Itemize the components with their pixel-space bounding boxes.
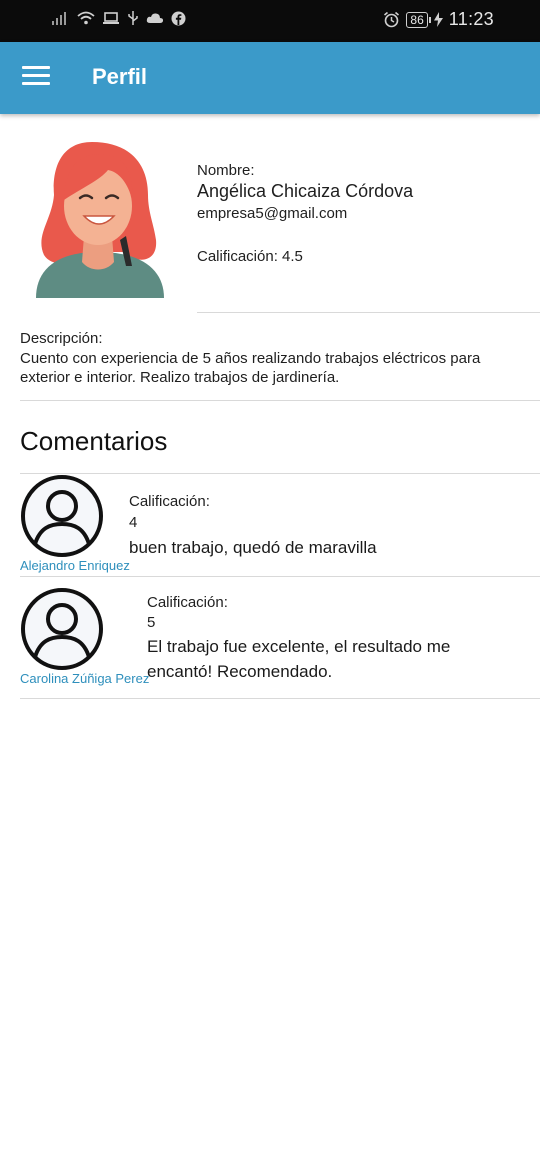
status-time: 11:23	[448, 9, 494, 29]
comment-text: El trabajo fue excelente, el resultado m…	[147, 637, 451, 681]
laptop-icon	[103, 12, 119, 24]
page-title: Perfil	[92, 64, 148, 89]
profile-rating: Calificación: 4.5	[197, 248, 303, 265]
divider	[20, 698, 540, 699]
user-avatar-icon	[21, 475, 103, 557]
divider	[20, 400, 540, 401]
name-label: Nombre:	[197, 162, 255, 179]
comment-rating: 4	[129, 514, 138, 531]
comment-author[interactable]: Alejandro Enriquez	[20, 558, 130, 573]
battery-icon: 86	[406, 11, 432, 28]
alarm-icon	[384, 11, 400, 28]
status-icons-left	[52, 10, 186, 26]
wifi-icon	[77, 11, 95, 25]
profile-email: empresa5@gmail.com	[197, 205, 348, 222]
comment-text: buen trabajo, quedó de maravilla	[129, 538, 377, 557]
description-label: Descripción:	[20, 330, 103, 347]
app-bar: Perfil	[0, 42, 540, 114]
status-icons-right: 86 11:23	[383, 9, 494, 30]
comment-rating-label: Calificación:	[147, 594, 228, 611]
user-avatar-icon	[21, 588, 103, 670]
menu-icon[interactable]	[22, 66, 50, 88]
comment-rating: 5	[147, 614, 156, 631]
comment-author[interactable]: Carolina Zúñiga Perez	[20, 671, 149, 686]
charging-icon	[433, 12, 443, 27]
divider	[20, 576, 540, 577]
description-text: Cuento con experiencia de 5 años realiza…	[20, 350, 481, 386]
cloud-icon	[146, 13, 164, 23]
signal-icon	[52, 12, 66, 25]
status-bar: 86 11:23	[0, 0, 540, 42]
facebook-icon	[171, 11, 186, 25]
comments-heading: Comentarios	[20, 426, 168, 456]
profile-name: Angélica Chicaiza Córdova	[197, 181, 414, 201]
comment-rating-label: Calificación:	[129, 493, 210, 510]
usb-icon	[128, 11, 138, 25]
profile-avatar	[36, 142, 164, 298]
divider	[197, 312, 540, 313]
